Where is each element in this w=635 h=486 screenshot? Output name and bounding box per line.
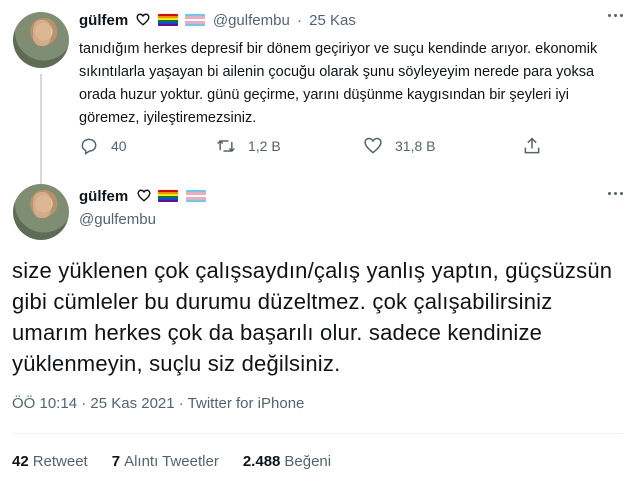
quotes-stat[interactable]: 7 Alıntı Tweetler xyxy=(112,453,219,470)
handle[interactable]: @gulfembu xyxy=(79,211,156,228)
tweet-date[interactable]: 25 Kas xyxy=(309,12,356,29)
white-heart-icon xyxy=(137,189,151,202)
retweets-label: Retweet xyxy=(32,453,88,470)
retweets-stat[interactable]: 42 Retweet xyxy=(12,453,88,470)
like-icon xyxy=(364,137,382,154)
tweet-header: gülfem @gulfembu · 25 Kas xyxy=(79,12,356,29)
more-icon[interactable] xyxy=(608,192,623,195)
retweet-button[interactable]: 1,2 B xyxy=(216,136,281,156)
thread-line xyxy=(40,74,42,184)
more-icon[interactable] xyxy=(608,14,623,17)
retweet-count: 1,2 B xyxy=(248,138,281,154)
likes-stat[interactable]: 2.488 Beğeni xyxy=(243,453,331,470)
handle[interactable]: @gulfembu xyxy=(213,12,290,29)
share-button[interactable] xyxy=(522,136,542,156)
like-count: 31,8 B xyxy=(395,138,436,154)
tweet-text: size yüklenen çok çalışsaydın/çalış yanl… xyxy=(12,258,613,376)
tweet-text: tanıdığım herkes depresif bir dönem geçi… xyxy=(79,41,598,126)
transgender-flag-icon xyxy=(185,190,206,202)
reply-button[interactable]: 40 xyxy=(79,136,127,156)
tweet-stats: 42 Retweet 7 Alıntı Tweetler 2.488 Beğeni xyxy=(12,453,331,470)
avatar[interactable] xyxy=(13,12,69,68)
reply-count: 40 xyxy=(111,138,127,154)
display-name[interactable]: gülfem xyxy=(79,12,128,29)
quotes-label: Alıntı Tweetler xyxy=(124,453,219,470)
retweet-icon xyxy=(217,139,235,153)
share-icon xyxy=(524,137,540,154)
transgender-flag-icon xyxy=(184,14,205,26)
like-button[interactable]: 31,8 B xyxy=(363,136,435,156)
likes-value: 2.488 xyxy=(242,453,281,470)
reply-icon xyxy=(81,138,97,155)
retweets-value: 42 xyxy=(12,453,29,470)
quotes-value: 7 xyxy=(111,453,121,470)
divider xyxy=(12,433,623,434)
white-heart-icon xyxy=(136,13,150,26)
rainbow-flag-icon xyxy=(158,190,179,202)
likes-label: Beğeni xyxy=(284,453,332,470)
avatar[interactable] xyxy=(13,184,69,240)
tweet-header: gülfem xyxy=(79,188,206,206)
tweet-meta[interactable]: ÖÖ 10:14 · 25 Kas 2021 · Twitter for iPh… xyxy=(12,395,304,412)
rainbow-flag-icon xyxy=(157,14,178,26)
separator: · xyxy=(296,12,302,29)
display-name[interactable]: gülfem xyxy=(79,188,128,205)
